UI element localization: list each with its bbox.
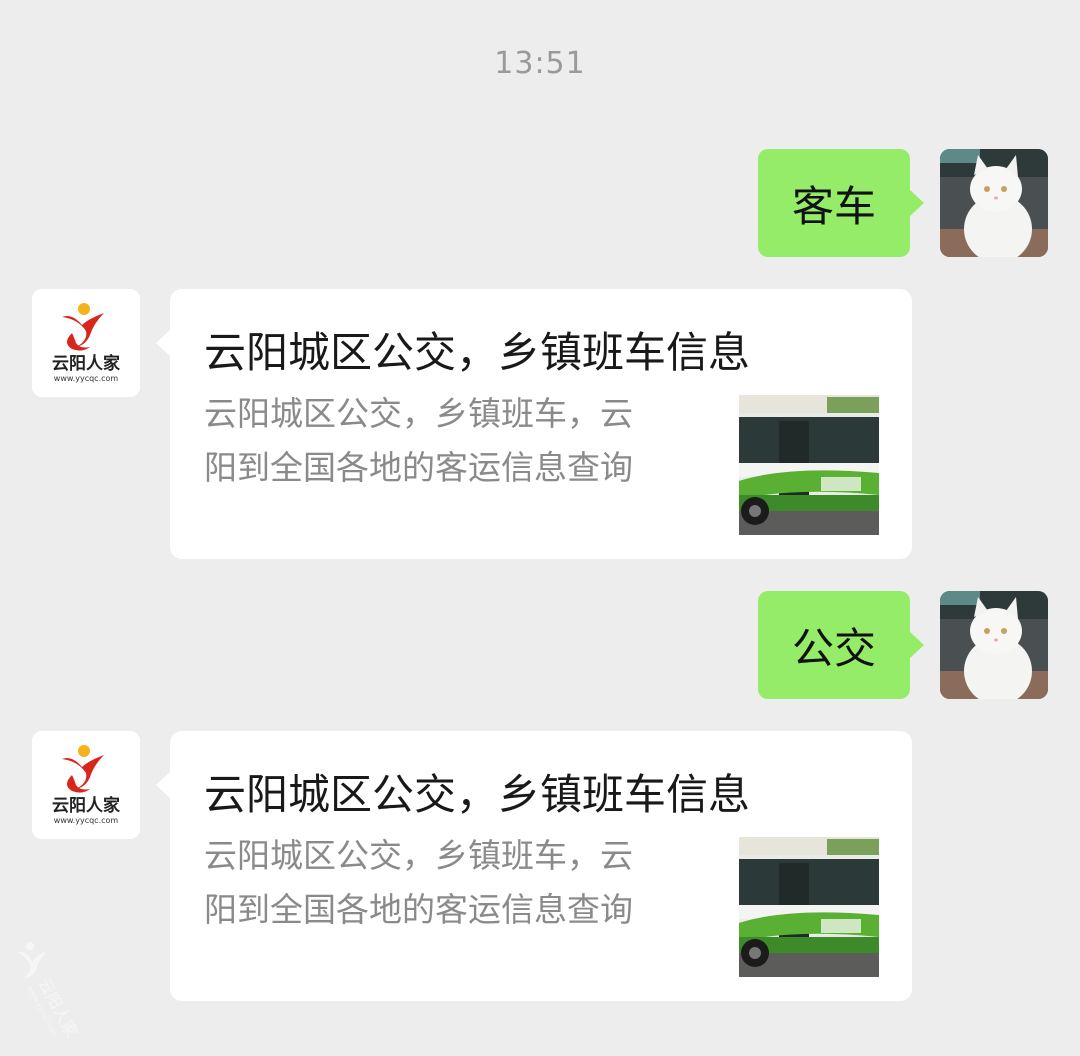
- card-thumbnail: [739, 395, 879, 535]
- outgoing-message-bubble[interactable]: 公交: [757, 591, 925, 699]
- bus-photo-icon: [739, 395, 879, 535]
- user-avatar[interactable]: [940, 591, 1048, 699]
- cat-avatar-icon: [940, 149, 1048, 257]
- card-thumbnail: [739, 837, 879, 977]
- yunyang-renjia-logo-icon: 云阳人家 www.yycqc.com: [32, 289, 140, 397]
- outgoing-message-bubble[interactable]: 客车: [757, 149, 925, 257]
- card-description-line: 阳到全国各地的客运信息查询: [204, 890, 633, 929]
- message-text: 客车: [791, 181, 876, 231]
- message-row-outgoing: 客车: [0, 149, 1080, 259]
- card-description: 云阳城区公交，乡镇班车，云 阳到全国各地的客运信息查询: [204, 829, 704, 937]
- message-row-incoming: 云阳人家 www.yycqc.com 云阳城区公交，乡镇班车信息 云阳城区公交，…: [0, 289, 1080, 559]
- svg-text:云阳人家: 云阳人家: [52, 353, 120, 374]
- message-text: 公交: [791, 623, 876, 673]
- bus-photo-icon: [739, 837, 879, 977]
- yunyang-renjia-logo-icon: 云阳人家 www.yycqc.com: [32, 731, 140, 839]
- card-description: 云阳城区公交，乡镇班车，云 阳到全国各地的客运信息查询: [204, 387, 704, 495]
- card-description-line: 阳到全国各地的客运信息查询: [204, 448, 633, 487]
- card-title: 云阳城区公交，乡镇班车信息: [204, 328, 751, 377]
- cat-avatar-icon: [940, 591, 1048, 699]
- watermark-logo-icon: 云阳人家 www.yycqc.com: [16, 942, 81, 1040]
- user-avatar[interactable]: [940, 149, 1048, 257]
- message-row-incoming: 云阳人家 www.yycqc.com 云阳城区公交，乡镇班车信息 云阳城区公交，…: [0, 731, 1080, 1001]
- link-card[interactable]: 云阳城区公交，乡镇班车信息 云阳城区公交，乡镇班车，云 阳到全国各地的客运信息查…: [156, 731, 912, 1001]
- link-card[interactable]: 云阳城区公交，乡镇班车信息 云阳城区公交，乡镇班车，云 阳到全国各地的客运信息查…: [156, 289, 912, 559]
- card-description-line: 云阳城区公交，乡镇班车，云: [204, 836, 633, 875]
- message-row-outgoing: 公交: [0, 591, 1080, 701]
- watermark: 云阳人家 www.yycqc.com: [10, 938, 90, 1048]
- message-timestamp: 13:51: [494, 46, 586, 81]
- svg-text:www.yycqc.com: www.yycqc.com: [54, 374, 119, 383]
- svg-text:云阳人家: 云阳人家: [52, 795, 120, 816]
- bot-avatar[interactable]: 云阳人家 www.yycqc.com: [32, 289, 140, 397]
- card-title: 云阳城区公交，乡镇班车信息: [204, 770, 751, 819]
- svg-text:www.yycqc.com: www.yycqc.com: [54, 816, 119, 825]
- card-description-line: 云阳城区公交，乡镇班车，云: [204, 394, 633, 433]
- bot-avatar[interactable]: 云阳人家 www.yycqc.com: [32, 731, 140, 839]
